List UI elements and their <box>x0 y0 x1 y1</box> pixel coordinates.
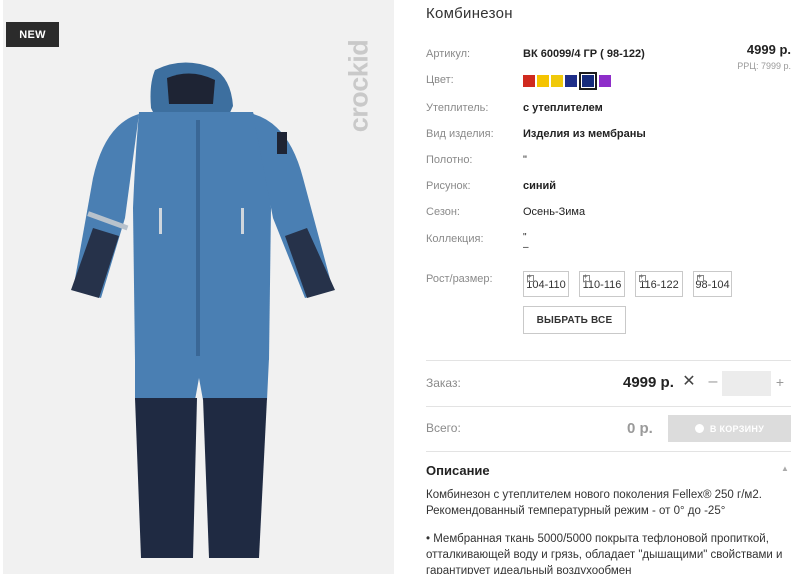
product-photo[interactable]: NEW crockid <box>3 0 394 574</box>
cart-icon <box>694 424 704 433</box>
jumpsuit-image <box>71 62 335 558</box>
new-badge: NEW <box>6 22 59 47</box>
spec-label: Утеплитель: <box>426 102 489 114</box>
size-options: 104-110 110-116 116-122 98-104 <box>523 271 732 297</box>
checkbox-icon <box>639 272 646 282</box>
spec-label: Коллекция: <box>426 233 484 245</box>
checkbox-icon <box>697 272 704 282</box>
size-option[interactable]: 104-110 <box>523 271 569 297</box>
color-swatch-selected[interactable] <box>579 72 597 90</box>
spec-label: Рост/размер: <box>426 273 493 285</box>
color-swatch[interactable] <box>599 75 611 87</box>
divider <box>426 360 791 361</box>
size-option[interactable]: 116-122 <box>635 271 683 297</box>
spec-label: Рисунок: <box>426 180 471 192</box>
description-line: • Мембранная ткань 5000/5000 покрыта теф… <box>426 533 769 545</box>
add-to-cart-label: В КОРЗИНУ <box>709 423 765 434</box>
description-line: Рекомендованный температурный режим - от… <box>426 505 726 517</box>
spec-label: Сезон: <box>426 206 460 218</box>
description-line: гарантирует идеальный воздухообмен <box>426 565 632 574</box>
product-price: 4999 р. <box>746 42 791 57</box>
increment-button[interactable]: + <box>773 373 787 391</box>
remove-icon[interactable]: ✕ <box>682 374 696 390</box>
color-swatch[interactable] <box>537 75 549 87</box>
description-text: • Мембранная ткань 5000/5000 покрыта теф… <box>426 531 786 574</box>
spec-value: " <box>523 154 527 166</box>
spec-label: Артикул: <box>426 48 471 60</box>
spec-value: синий <box>523 180 557 192</box>
rrc-price: РРЦ: 7999 р. <box>737 61 791 71</box>
color-swatches <box>523 72 611 90</box>
description-line: отталкивающей воду и грязь, обладает "ды… <box>426 549 783 561</box>
color-swatch[interactable] <box>551 75 563 87</box>
color-swatch[interactable] <box>565 75 577 87</box>
spec-collection-value: " – <box>523 233 529 253</box>
total-value: 0 р. <box>627 420 653 437</box>
description-title[interactable]: Описание <box>426 463 490 478</box>
product-title: Комбинезон <box>426 5 513 22</box>
select-all-button[interactable]: ВЫБРАТЬ ВСЕ <box>523 306 626 334</box>
size-option[interactable]: 98-104 <box>693 271 732 297</box>
collapse-caret-icon[interactable]: ▲ <box>781 464 789 473</box>
size-option[interactable]: 110-116 <box>579 271 625 297</box>
spec-value: Изделия из мембраны <box>523 128 646 140</box>
add-to-cart-button[interactable]: В КОРЗИНУ <box>668 415 791 442</box>
checkbox-icon <box>583 272 590 282</box>
spec-value: с утеплителем <box>523 102 603 114</box>
color-swatch[interactable] <box>523 75 535 87</box>
brand-logo-text: crockid <box>343 39 374 133</box>
total-label: Всего: <box>426 421 461 435</box>
decrement-button[interactable]: – <box>706 373 720 391</box>
order-label: Заказ: <box>426 376 461 390</box>
divider <box>426 406 791 407</box>
spec-value: – <box>523 242 529 253</box>
spec-value: ВК 60099/4 ГР ( 98-122) <box>523 48 645 60</box>
spec-value: Осень-Зима <box>523 206 586 218</box>
divider <box>426 451 791 452</box>
description-text: Комбинезон с утеплителем нового поколени… <box>426 487 786 519</box>
order-price: 4999 р. <box>623 374 674 391</box>
description-line: Комбинезон с утеплителем нового поколени… <box>426 489 762 501</box>
spec-label: Вид изделия: <box>426 128 494 140</box>
spec-label: Полотно: <box>426 154 473 166</box>
quantity-input[interactable] <box>722 371 771 396</box>
spec-label: Цвет: <box>426 74 454 86</box>
checkbox-icon <box>527 272 534 282</box>
